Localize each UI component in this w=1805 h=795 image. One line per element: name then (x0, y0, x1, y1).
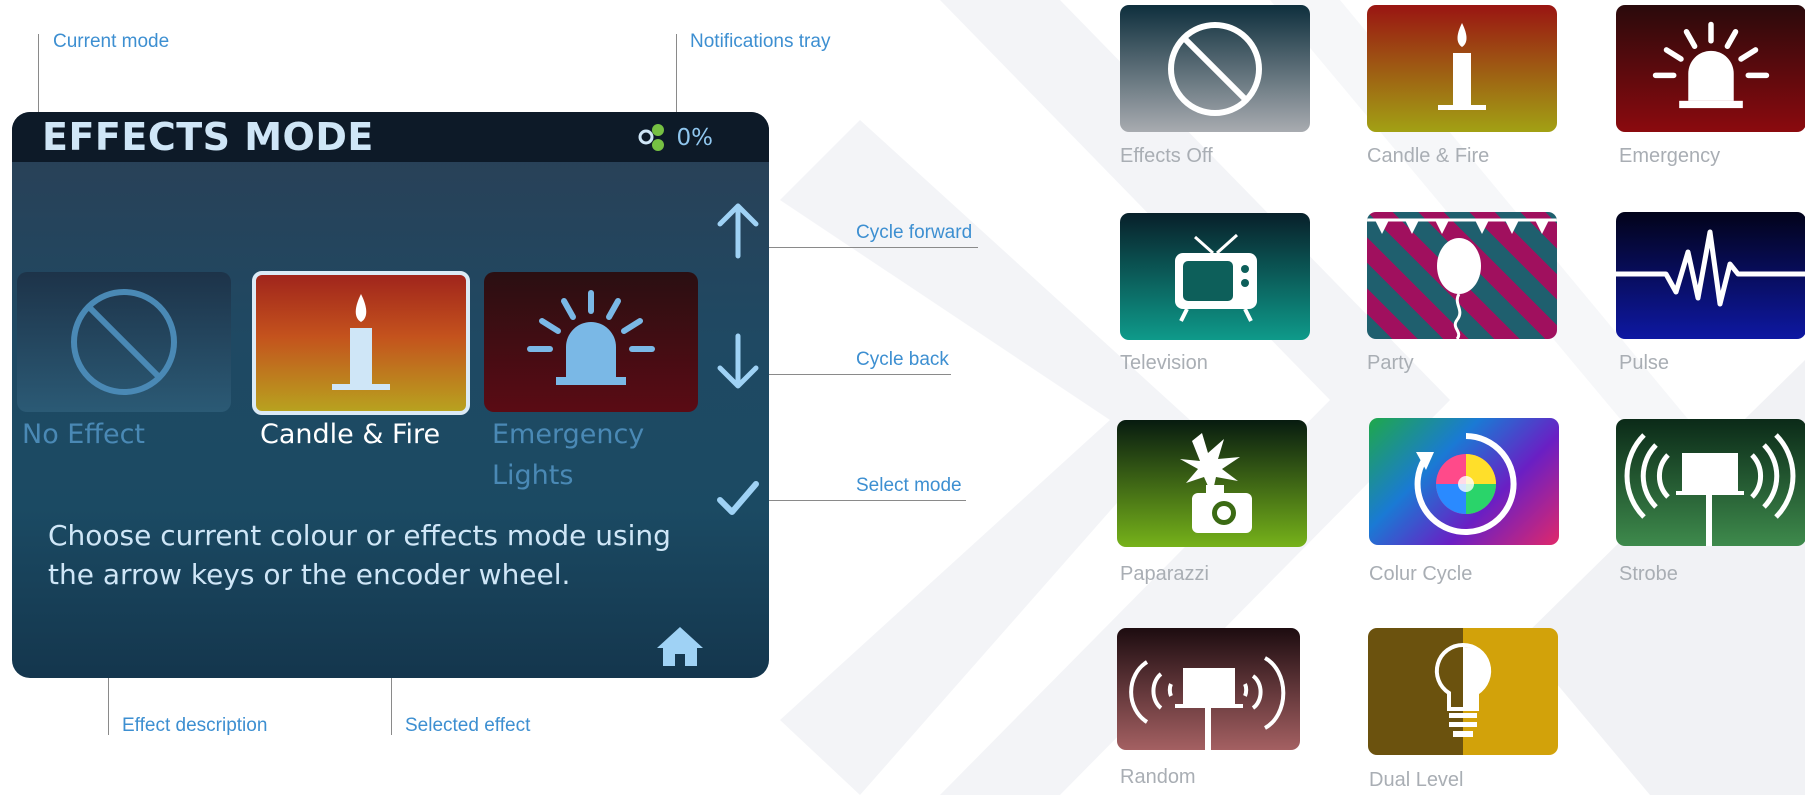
notifications-leader (676, 34, 677, 122)
description-line-2: the arrow keys or the encoder wheel. (48, 558, 571, 591)
callout-cycle-back: Cycle back (856, 349, 949, 370)
random-icon (1129, 656, 1286, 750)
effect-tile-label-emergency-line1: Emergency (492, 419, 645, 450)
effect-tile-emergency[interactable] (484, 272, 698, 412)
gallery-label: Effects Off (1120, 145, 1213, 167)
gallery-tile-party[interactable] (1367, 212, 1557, 339)
effect-tile-candle-selected[interactable] (252, 271, 470, 415)
gallery-tile-paparazzi[interactable] (1117, 420, 1307, 547)
callout-effect-description: Effect description (122, 715, 268, 736)
pulse-icon (1616, 229, 1805, 307)
gallery-label: Pulse (1619, 352, 1670, 374)
gallery-tile-candle[interactable] (1367, 5, 1557, 132)
home-button[interactable] (652, 622, 708, 670)
gallery-label: Candle & Fire (1367, 145, 1490, 167)
gallery-label: Emergency (1619, 145, 1721, 167)
arrow-up-icon (717, 203, 759, 259)
effect-tile-label: No Effect (22, 419, 146, 450)
gallery-tile-emergency[interactable] (1616, 5, 1805, 132)
camera-flash-icon (1180, 432, 1252, 533)
gallery-label: Random (1120, 766, 1196, 788)
gallery-label: Television (1120, 352, 1208, 374)
effect-tile-no-effect[interactable] (17, 272, 231, 412)
effect-tile-label-selected: Candle & Fire (260, 419, 441, 450)
gallery-label: Strobe (1619, 563, 1678, 585)
arrow-down-icon (717, 333, 759, 389)
callout-select-mode: Select mode (856, 475, 962, 496)
strobe-icon (1624, 433, 1796, 546)
notification-value: 0% (676, 125, 714, 151)
notification-dots-icon (638, 124, 664, 151)
callout-notifications-tray: Notifications tray (690, 31, 831, 52)
gallery-label: Dual Level (1369, 769, 1464, 791)
siren-icon (1652, 21, 1770, 108)
gallery-tile-random[interactable] (1117, 628, 1300, 750)
bulb-icon (1434, 642, 1492, 737)
notifications-tray[interactable]: 0% (637, 122, 714, 154)
gallery-tile-pulse[interactable] (1616, 212, 1805, 339)
gallery-tile-dual-level[interactable] (1368, 628, 1558, 755)
checkmark-icon (717, 481, 759, 515)
no-symbol-icon (71, 289, 177, 395)
cycle-back-button[interactable] (712, 330, 764, 392)
tv-icon (1175, 233, 1257, 322)
gallery-tile-colour-cycle[interactable] (1369, 418, 1559, 545)
color-wheel-icon (1414, 432, 1517, 535)
cycle-forward-button[interactable] (712, 200, 764, 262)
gallery-label: Colur Cycle (1369, 563, 1473, 585)
callout-current-mode: Current mode (53, 31, 170, 52)
current-mode-title: EFFECTS MODE (42, 115, 374, 159)
description-line-1: Choose current colour or effects mode us… (48, 519, 671, 552)
gallery-label: Paparazzi (1120, 563, 1209, 585)
gallery-tile-strobe[interactable] (1616, 419, 1805, 546)
select-mode-leader (760, 500, 966, 501)
device-screen: EFFECTS MODE 0% No Effect Candle & Fire (12, 112, 769, 678)
effect-tile-label-emergency-line2: Lights (492, 460, 574, 491)
cycle-forward-leader (760, 247, 978, 248)
effect-description: Choose current colour or effects mode us… (48, 516, 688, 594)
callout-cycle-forward: Cycle forward (856, 222, 973, 243)
candle-icon (332, 294, 390, 390)
gallery-label: Party (1367, 352, 1414, 374)
balloon-icon (1367, 218, 1557, 339)
gallery-tile-effects-off[interactable] (1120, 5, 1310, 132)
candle-icon (1438, 22, 1486, 110)
callout-selected-effect: Selected effect (405, 715, 531, 736)
home-icon (657, 627, 703, 666)
cycle-back-leader (760, 374, 951, 375)
select-mode-button[interactable] (712, 472, 764, 524)
siren-icon (527, 290, 655, 385)
no-symbol-icon (1168, 21, 1262, 116)
screen-header: EFFECTS MODE 0% (12, 112, 769, 162)
gallery-tile-television[interactable] (1120, 213, 1310, 340)
